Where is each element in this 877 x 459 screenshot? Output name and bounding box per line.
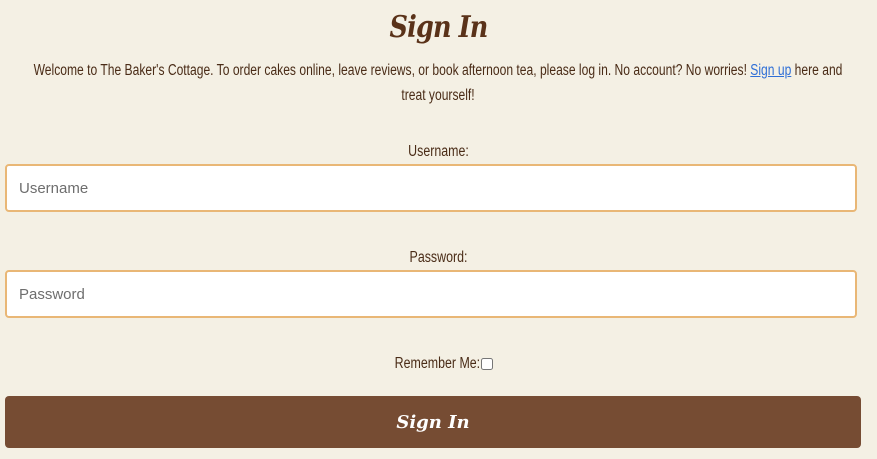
page-title: Sign In: [389, 10, 489, 45]
intro-text-before: Welcome to The Baker's Cottage. To order…: [33, 62, 751, 79]
sign-in-button[interactable]: Sign In: [5, 396, 861, 448]
intro-text: Welcome to The Baker's Cottage. To order…: [25, 58, 852, 108]
remember-me-checkbox[interactable]: [481, 358, 494, 370]
remember-me-row: Remember Me:: [0, 355, 877, 373]
password-label: Password:: [409, 249, 468, 266]
username-label: Username:: [408, 143, 469, 160]
signup-link[interactable]: Sign up: [750, 62, 791, 79]
remember-me-label: Remember Me:: [394, 355, 480, 372]
username-input[interactable]: [5, 164, 857, 212]
password-input[interactable]: [5, 270, 857, 318]
